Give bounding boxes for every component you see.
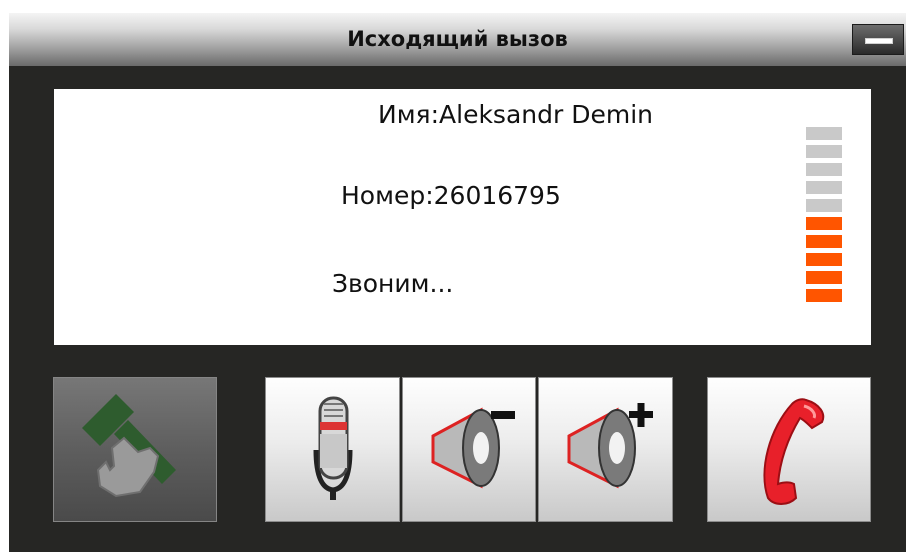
hang-up-button[interactable] — [707, 377, 871, 522]
volume-up-button[interactable] — [538, 377, 673, 522]
microphone-icon — [313, 396, 353, 500]
signal-segment-inactive — [806, 181, 842, 194]
signal-level-meter — [806, 127, 842, 307]
speaker-minus-icon — [431, 407, 515, 489]
call-transfer-icon — [82, 394, 176, 498]
call-status: Звоним... — [332, 269, 454, 298]
microphone-button[interactable] — [265, 377, 400, 522]
window-title: Исходящий вызов — [347, 27, 568, 51]
signal-segment-active — [806, 253, 842, 266]
call-info-panel: Имя:Aleksandr Demin Номер:26016795 Звони… — [54, 89, 871, 345]
speaker-plus-icon — [567, 403, 653, 489]
title-bar: Исходящий вызов — [9, 13, 906, 66]
signal-segment-inactive — [806, 127, 842, 140]
volume-down-button[interactable] — [402, 377, 536, 522]
signal-segment-inactive — [806, 163, 842, 176]
signal-segment-active — [806, 289, 842, 302]
signal-segment-inactive — [806, 145, 842, 158]
transfer-call-button[interactable] — [53, 377, 217, 522]
signal-segment-inactive — [806, 199, 842, 212]
phone-handset-red-icon — [763, 398, 825, 505]
minimize-button[interactable] — [852, 24, 904, 55]
contact-name: Имя:Aleksandr Demin — [378, 100, 653, 129]
signal-segment-active — [806, 271, 842, 284]
minimize-icon — [865, 38, 893, 44]
contact-number: Номер:26016795 — [341, 181, 561, 210]
signal-segment-active — [806, 217, 842, 230]
outgoing-call-window: Исходящий вызов Имя:Aleksandr Demin Номе… — [9, 13, 906, 552]
signal-segment-active — [806, 235, 842, 248]
